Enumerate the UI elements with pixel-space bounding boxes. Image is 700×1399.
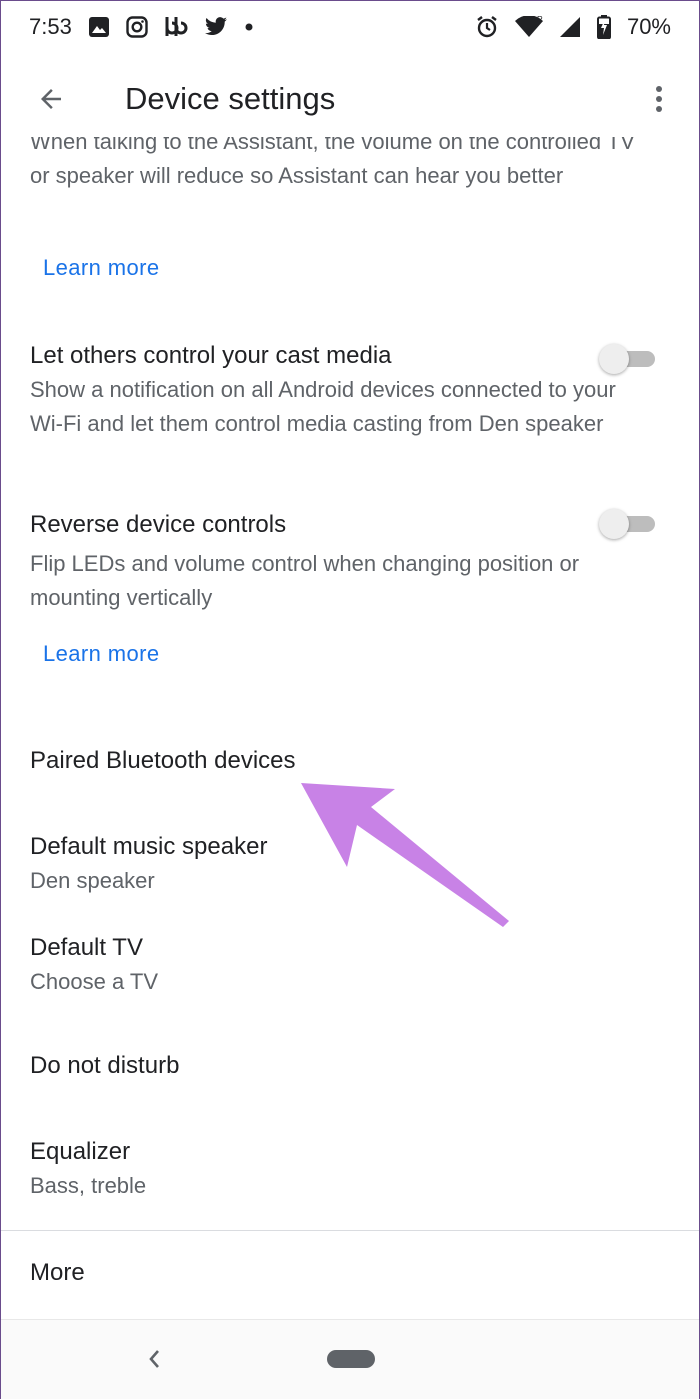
list-item-equalizer[interactable]: Equalizer [30,1138,130,1166]
bebee-icon [164,16,188,38]
setting-desc-reverse-controls: Flip LEDs and volume control when changi… [30,551,580,610]
app-bar: Device settings [1,61,699,137]
learn-more-link[interactable]: Learn more [43,255,160,281]
list-subtitle-default-music-speaker: Den speaker [30,868,155,893]
wifi-icon: R [514,16,543,38]
system-nav-bar [1,1319,699,1399]
gallery-icon [88,16,110,38]
divider [1,1230,699,1231]
nav-home-button[interactable] [327,1350,375,1368]
chevron-left-icon [149,1350,159,1368]
more-vert-icon [656,86,662,112]
twitter-icon [204,17,228,37]
learn-more-link[interactable]: Learn more [43,641,160,667]
list-subtitle-default-tv: Choose a TV [30,969,159,994]
toggle-thumb [599,344,629,374]
nav-back-button[interactable] [139,1344,169,1374]
status-left: 7:53 [29,14,254,40]
list-item-default-tv[interactable]: Default TV [30,934,143,962]
list-subtitle-equalizer: Bass, treble [30,1173,147,1198]
toggle-thumb [599,509,629,539]
list-item-paired-bluetooth[interactable]: Paired Bluetooth devices [30,747,296,775]
status-right: R 70% [475,14,671,40]
back-button[interactable] [31,79,71,119]
page-title: Device settings [125,81,336,116]
battery-charging-icon [596,15,611,39]
dot-icon [244,22,254,32]
toggle-cast-control[interactable] [599,344,655,374]
arrow-back-icon [41,89,61,109]
setting-desc-cast-control: Show a notification on all Android devic… [30,377,616,436]
settings-list[interactable]: When talking to the Assistant, the volum… [1,137,699,1227]
status-bar: 7:53 R 70% [1,1,699,53]
more-button[interactable]: More [30,1259,85,1287]
ducking-description: When talking to the Assistant, the volum… [30,137,635,188]
toggle-reverse-controls[interactable] [599,509,655,539]
alarm-icon [475,15,499,39]
list-item-default-music-speaker[interactable]: Default music speaker [30,833,267,861]
status-time: 7:53 [29,14,72,39]
more-options-button[interactable] [641,79,677,119]
roaming-mark: R [537,16,543,24]
setting-title-reverse-controls[interactable]: Reverse device controls [30,511,286,539]
signal-icon [559,16,581,38]
instagram-icon [126,16,148,38]
list-item-do-not-disturb[interactable]: Do not disturb [30,1052,179,1080]
setting-title-cast-control[interactable]: Let others control your cast media [30,342,392,370]
battery-percent: 70% [626,14,671,39]
